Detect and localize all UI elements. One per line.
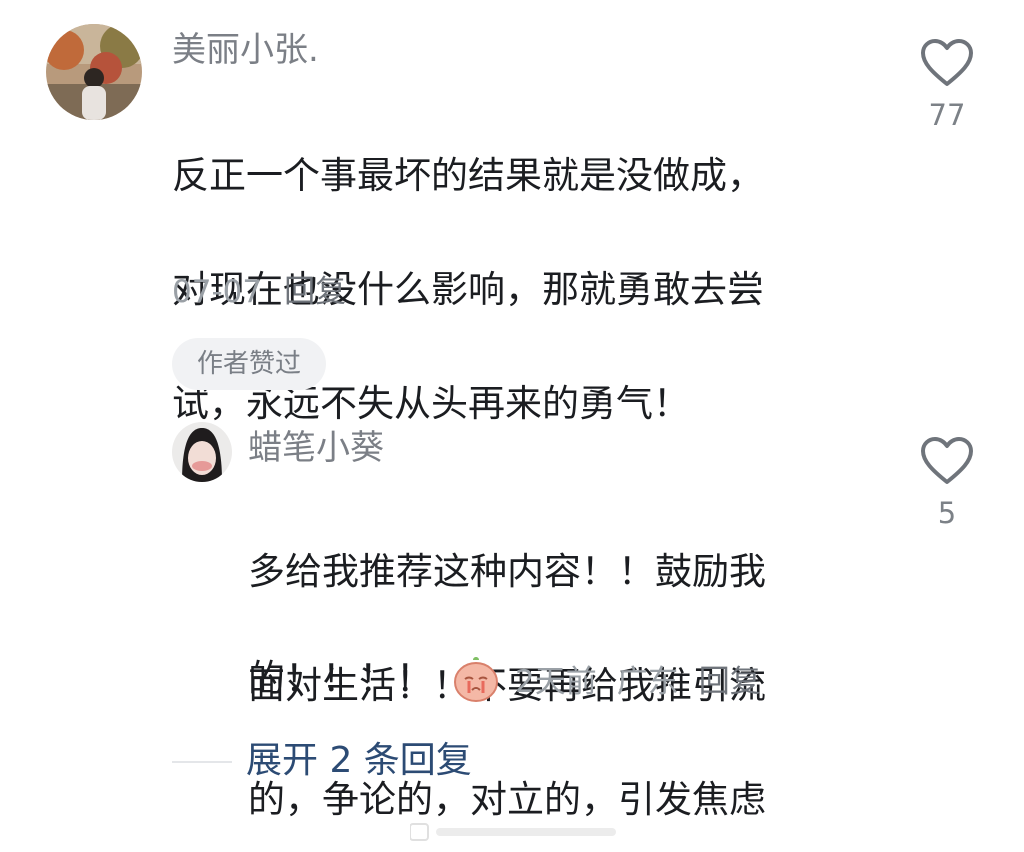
reply-like[interactable]: 5 [912, 436, 982, 530]
reply-text-line: 的！！！！ [248, 657, 433, 700]
comment-meta: 07-07 回复 [172, 272, 346, 312]
heart-icon[interactable] [920, 38, 974, 88]
watermark-icon [410, 823, 616, 841]
reply-text-line: 多给我推荐这种内容！！鼓励我 [248, 550, 766, 593]
divider [172, 761, 232, 763]
reply-username[interactable]: 蜡笔小葵 [248, 428, 384, 468]
reply-user-avatar[interactable] [172, 422, 232, 482]
comment-date: 07-07 [172, 274, 263, 310]
heart-icon[interactable] [920, 436, 974, 486]
reply-reply-button[interactable]: 回复 [699, 656, 761, 701]
reply-button[interactable]: 回复 [284, 274, 346, 310]
reply-last-line: 的！！！！ 2天前 广东 回复 [248, 650, 761, 707]
like-count: 5 [937, 496, 957, 530]
reply-location: 广东 [616, 664, 679, 700]
comment-text-line: 反正一个事最坏的结果就是没做成， [172, 154, 764, 197]
like-count: 77 [928, 98, 966, 132]
crying-face-emoji-icon [454, 656, 498, 702]
comment-username[interactable]: 美丽小张. [172, 30, 319, 70]
expand-replies-button[interactable]: 展开 2 条回复 [246, 736, 472, 786]
author-liked-badge: 作者赞过 [172, 338, 326, 390]
comments-panel: 美丽小张. 反正一个事最坏的结果就是没做成， 对现在也没什么影响，那就勇敢去尝 … [0, 0, 1024, 852]
reply-time: 2天前 [515, 664, 597, 700]
user-avatar[interactable] [46, 24, 142, 120]
comment-like[interactable]: 77 [912, 38, 982, 132]
